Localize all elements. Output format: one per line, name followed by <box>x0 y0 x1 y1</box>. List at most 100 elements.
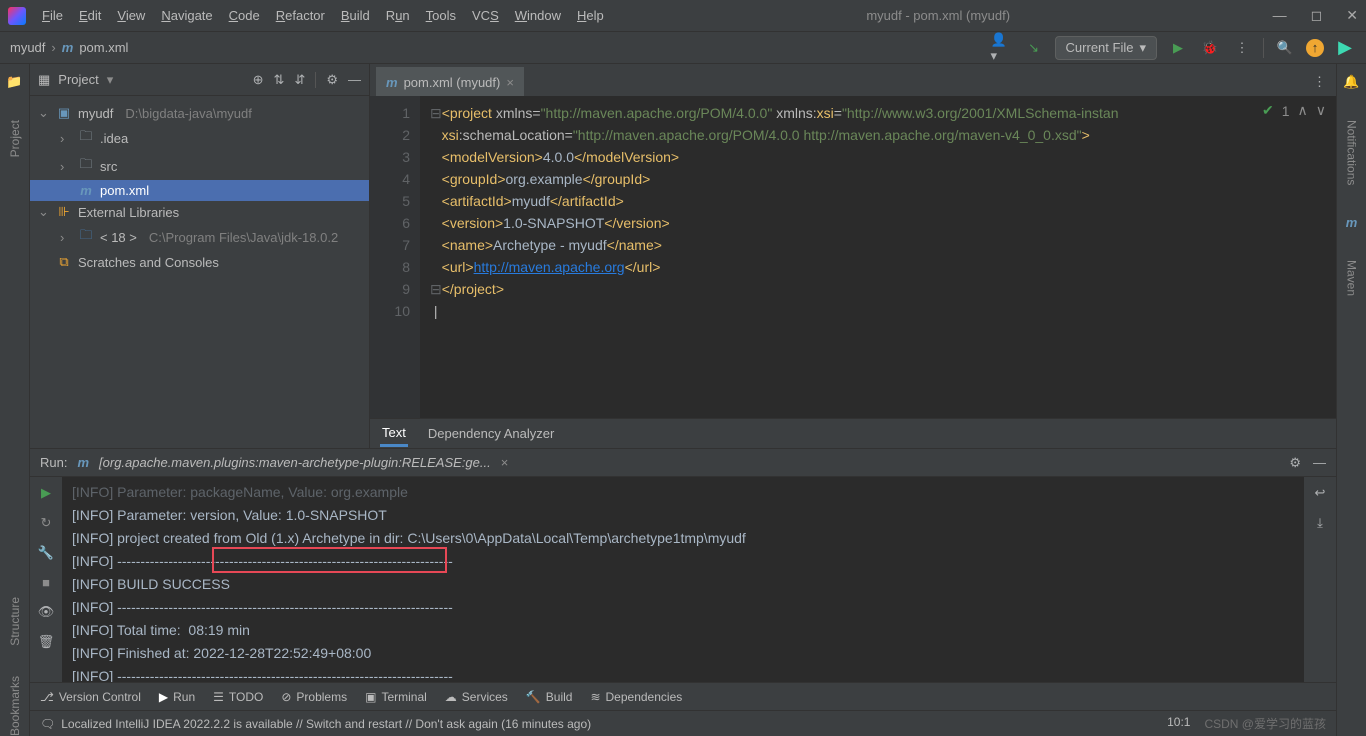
breadcrumb-file[interactable]: pom.xml <box>79 40 128 55</box>
project-panel: ▦ Project ▾ ⊕ ⇅ ⇵ ⚙ — ⌄ ▣ <box>30 64 370 448</box>
editor-bottom-tabs: Text Dependency Analyzer <box>370 418 1336 448</box>
show-icon[interactable]: 👁 <box>38 604 55 620</box>
tree-jdk[interactable]: › 🗀 < 18 > C:\Program Files\Java\jdk-18.… <box>30 223 369 251</box>
rail-project[interactable]: Project <box>8 120 22 157</box>
content-column: ▦ Project ▾ ⊕ ⇅ ⇵ ⚙ — ⌄ ▣ <box>30 64 1336 736</box>
menu-code[interactable]: Code <box>229 8 260 23</box>
run-panel: Run: m [org.apache.maven.plugins:maven-a… <box>30 448 1336 682</box>
gear-icon[interactable]: ⚙ <box>1289 455 1301 471</box>
build-hammer-icon[interactable]: ↘ <box>1023 37 1045 59</box>
caret-position[interactable]: 10:1 <box>1167 715 1190 732</box>
menu-window[interactable]: Window <box>515 8 561 23</box>
menu-tools[interactable]: Tools <box>426 8 456 23</box>
bb-todo[interactable]: ☰TODO <box>213 690 263 704</box>
tab-text[interactable]: Text <box>380 421 408 447</box>
close-tab-icon[interactable]: × <box>506 75 514 90</box>
bb-version-control[interactable]: ⎇Version Control <box>40 690 141 704</box>
bb-terminal[interactable]: ▣Terminal <box>365 690 427 704</box>
rail-bookmarks[interactable]: Bookmarks <box>8 676 22 736</box>
bell-icon[interactable]: 🔔 <box>1343 74 1359 90</box>
toggle-icon[interactable]: ↻ <box>41 515 52 531</box>
debug-button[interactable]: 🐞 <box>1199 37 1221 59</box>
main-toolbar: myudf › m pom.xml 👤▾ ↘ Current File ▾ ▶ … <box>0 32 1366 64</box>
menu-file[interactable]: File <box>42 8 63 23</box>
code-content[interactable]: ⊟<project xmlns="http://maven.apache.org… <box>420 96 1336 418</box>
editor-tab-pom[interactable]: m pom.xml (myudf) × <box>376 67 524 96</box>
scroll-to-end-icon[interactable]: ⤓ <box>1317 515 1323 531</box>
close-button[interactable]: ✕ <box>1346 7 1358 24</box>
user-icon[interactable]: 👤▾ <box>991 37 1013 59</box>
chevron-right-icon: › <box>51 40 55 55</box>
line-gutter: 12345678910 <box>370 96 420 418</box>
gear-icon[interactable]: ⚙ <box>326 72 338 88</box>
run-button[interactable]: ▶ <box>1167 37 1189 59</box>
menu-navigate[interactable]: Navigate <box>161 8 212 23</box>
trash-icon[interactable]: 🗑 <box>38 634 55 650</box>
nav-down-icon[interactable]: ∨ <box>1316 102 1326 119</box>
code-inspection-status[interactable]: ✔ 1 ∧ ∨ <box>1262 102 1326 119</box>
services-icon: ☁ <box>445 690 457 704</box>
bb-build[interactable]: 🔨Build <box>526 690 573 704</box>
chevron-down-icon[interactable]: ▾ <box>107 72 114 88</box>
collapse-all-icon[interactable]: ⇵ <box>294 72 305 88</box>
menu-run[interactable]: Run <box>386 8 410 23</box>
code-area[interactable]: 12345678910 ⊟<project xmlns="http://mave… <box>370 96 1336 418</box>
tree-pom[interactable]: m pom.xml <box>30 180 369 201</box>
more-actions-icon[interactable]: ⋮ <box>1231 37 1253 59</box>
tab-dependency-analyzer[interactable]: Dependency Analyzer <box>426 422 556 445</box>
tree-src[interactable]: › 🗀 src <box>30 152 369 180</box>
tree-root[interactable]: ⌄ ▣ myudf D:\bigdata-java\myudf <box>30 102 369 124</box>
rail-structure[interactable]: Structure <box>8 597 22 646</box>
tree-idea[interactable]: › 🗀 .idea <box>30 124 369 152</box>
tree-extlib-label: External Libraries <box>78 205 179 220</box>
bb-problems[interactable]: ⊘Problems <box>281 690 347 704</box>
menu-edit[interactable]: Edit <box>79 8 101 23</box>
status-bar: 🗨 Localized IntelliJ IDEA 2022.2.2 is av… <box>30 710 1336 736</box>
bb-services[interactable]: ☁Services <box>445 690 508 704</box>
menu-build[interactable]: Build <box>341 8 370 23</box>
run-config-selector[interactable]: Current File ▾ <box>1055 36 1157 60</box>
select-opened-file-icon[interactable]: ⊕ <box>253 72 264 88</box>
menu-view[interactable]: View <box>117 8 145 23</box>
menu-refactor[interactable]: Refactor <box>276 8 325 23</box>
rail-notifications[interactable]: Notifications <box>1345 120 1359 185</box>
maven-file-icon: m <box>62 40 74 55</box>
tree-root-label: myudf <box>78 106 113 121</box>
close-run-config-icon[interactable]: × <box>501 455 509 470</box>
run-config-label: Current File <box>1066 40 1134 55</box>
bb-dependencies[interactable]: ≋Dependencies <box>590 690 682 704</box>
status-message[interactable]: Localized IntelliJ IDEA 2022.2.2 is avai… <box>61 717 591 731</box>
maven-file-icon: m <box>78 183 94 198</box>
search-icon[interactable]: 🔍 <box>1274 37 1296 59</box>
rerun-icon[interactable]: ▶ <box>41 485 51 501</box>
divider <box>315 72 316 88</box>
minimize-button[interactable]: — <box>1273 7 1287 24</box>
tree-scratches[interactable]: ⧉ Scratches and Consoles <box>30 251 369 273</box>
breadcrumb-project[interactable]: myudf <box>10 40 45 55</box>
menu-vcs[interactable]: VCS <box>472 8 499 23</box>
info-icon[interactable]: 🗨 <box>40 717 55 731</box>
hide-panel-icon[interactable]: — <box>1313 455 1326 471</box>
menu-help[interactable]: Help <box>577 8 604 23</box>
update-available-icon[interactable]: ↑ <box>1306 39 1324 57</box>
maximize-button[interactable]: ◻ <box>1311 7 1323 24</box>
maven-rail-icon[interactable]: m <box>1346 215 1358 230</box>
run-config-name[interactable]: [org.apache.maven.plugins:maven-archetyp… <box>99 455 491 470</box>
run-panel-header: Run: m [org.apache.maven.plugins:maven-a… <box>30 449 1336 477</box>
console-output[interactable]: [INFO] Parameter: packageName, Value: or… <box>62 477 1304 682</box>
hide-panel-icon[interactable]: — <box>348 72 361 88</box>
bb-run[interactable]: ▶Run <box>159 690 195 704</box>
watermark-text: CSDN @爱学习的蓝孩 <box>1204 715 1326 732</box>
nav-up-icon[interactable]: ∧ <box>1298 102 1308 119</box>
branch-icon: ⎇ <box>40 690 54 704</box>
soft-wrap-icon[interactable]: ↩ <box>1315 485 1326 501</box>
ide-tools-icon[interactable]: ▶ <box>1334 37 1356 59</box>
editor-more-icon[interactable]: ⋮ <box>1303 68 1336 96</box>
project-rail-icon[interactable]: 📁 <box>6 74 22 90</box>
wrench-icon[interactable]: 🔧 <box>38 545 54 561</box>
window-title: myudf - pom.xml (myudf) <box>604 8 1273 23</box>
tree-external-libraries[interactable]: ⌄ ⊪ External Libraries <box>30 201 369 223</box>
stop-icon[interactable]: ■ <box>42 575 50 590</box>
rail-maven[interactable]: Maven <box>1345 260 1359 296</box>
expand-all-icon[interactable]: ⇅ <box>274 72 285 88</box>
